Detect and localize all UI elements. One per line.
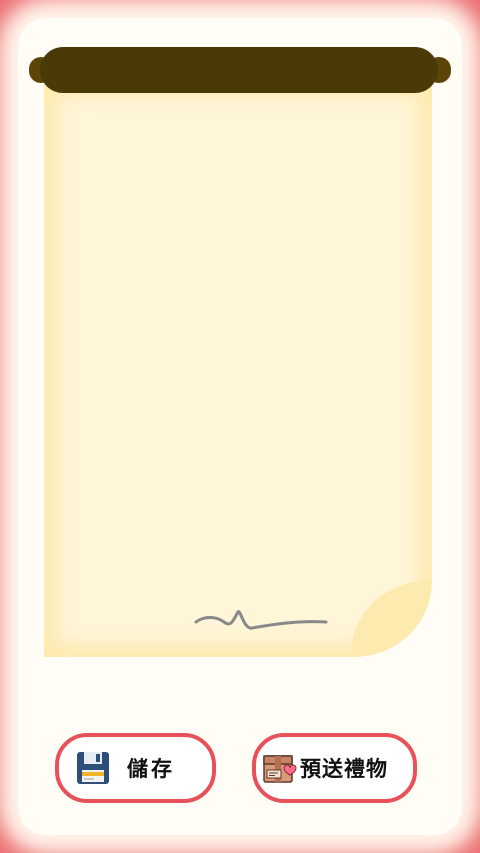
save-button-label: 儲存 bbox=[127, 757, 175, 781]
floppy-disk-icon bbox=[77, 752, 109, 784]
letter-paper[interactable] bbox=[44, 82, 432, 657]
save-button[interactable]: 儲存 bbox=[55, 733, 216, 803]
send-gift-button-label: 預送禮物 bbox=[300, 757, 388, 781]
red-frame-background: 儲存 預送禮物 bbox=[0, 0, 480, 853]
signature-squiggle bbox=[194, 610, 328, 630]
scroll-rod bbox=[40, 47, 438, 93]
gift-box-icon bbox=[263, 755, 297, 783]
send-gift-button[interactable]: 預送禮物 bbox=[252, 733, 417, 803]
